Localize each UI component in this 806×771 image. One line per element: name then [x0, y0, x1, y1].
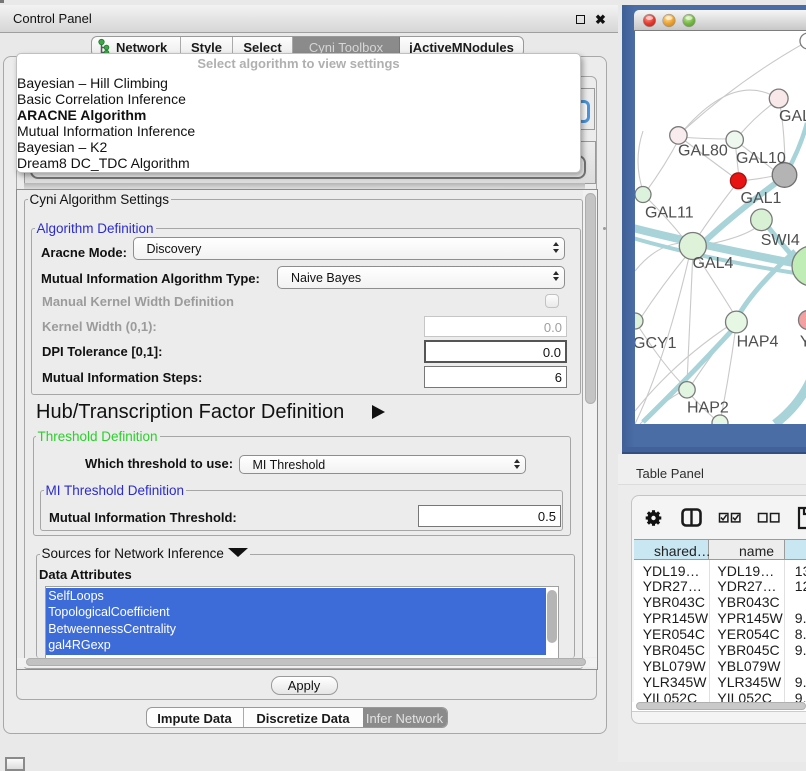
svg-text:GAL4: GAL4 [693, 255, 734, 272]
svg-text:GAL1: GAL1 [741, 190, 782, 207]
svg-text:GAL10: GAL10 [736, 150, 786, 167]
svg-text:YEL: YEL [800, 333, 806, 350]
svg-text:GAL7: GAL7 [779, 108, 806, 125]
svg-text:GCY1: GCY1 [635, 335, 677, 352]
svg-text:GAL11: GAL11 [645, 205, 694, 222]
svg-text:HAP2: HAP2 [687, 400, 729, 417]
svg-text:GAL80: GAL80 [678, 143, 728, 160]
svg-text:HAP4: HAP4 [737, 333, 779, 350]
svg-text:SWI4: SWI4 [761, 232, 800, 249]
